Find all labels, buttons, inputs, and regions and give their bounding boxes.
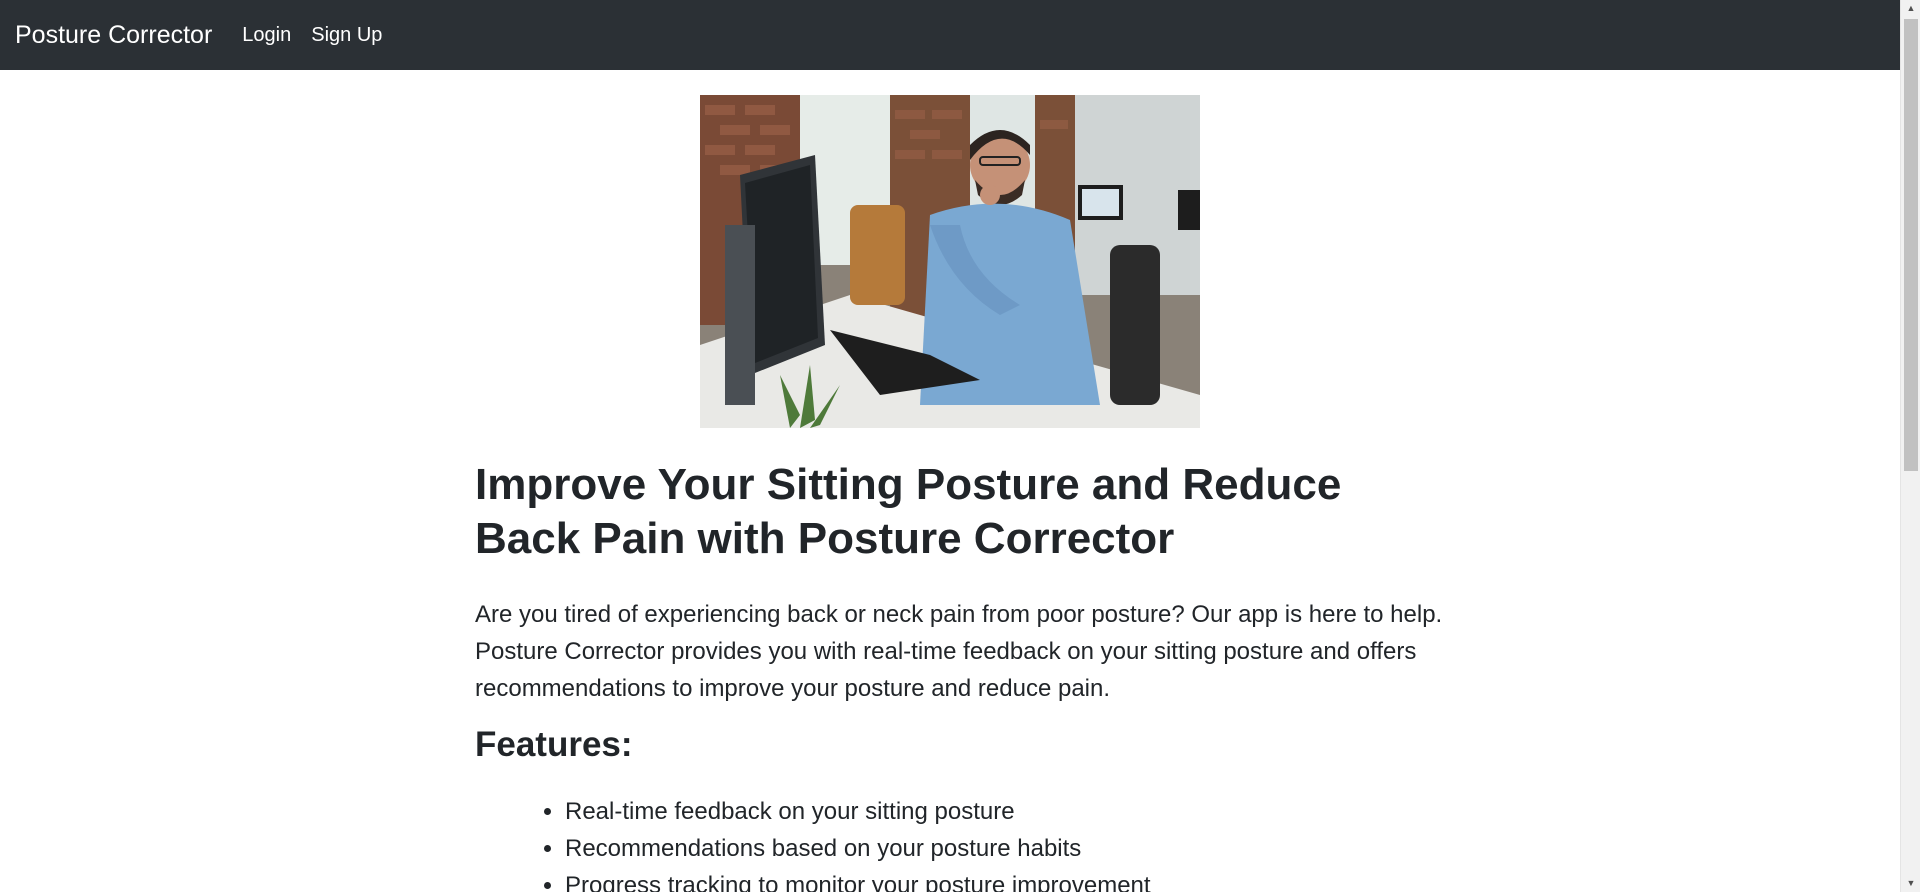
scrollbar-thumb[interactable] (1904, 19, 1918, 471)
feature-item: Recommendations based on your posture ha… (565, 830, 1445, 867)
features-list: Real-time feedback on your sitting postu… (475, 793, 1445, 892)
features-heading: Features: (475, 725, 633, 764)
signup-link[interactable]: Sign Up (311, 24, 382, 47)
intro-paragraph: Are you tired of experiencing back or ne… (475, 601, 1443, 702)
login-link[interactable]: Login (242, 24, 291, 47)
arrow-down-icon[interactable]: ▼ (1901, 875, 1920, 892)
feature-item: Real-time feedback on your sitting postu… (565, 793, 1445, 830)
hero-image (700, 95, 1200, 428)
feature-item: Progress tracking to monitor your postur… (565, 867, 1445, 892)
vertical-scrollbar[interactable]: ▲ ▼ (1900, 0, 1920, 892)
main-content: Improve Your Sitting Posture and Reduce … (475, 450, 1445, 892)
page-headline: Improve Your Sitting Posture and Reduce … (475, 460, 1342, 563)
arrow-up-icon[interactable]: ▲ (1901, 0, 1920, 17)
brand-link[interactable]: Posture Corrector (15, 21, 212, 50)
page: Posture Corrector Login Sign Up Improve … (0, 0, 1920, 892)
top-navbar: Posture Corrector Login Sign Up (0, 0, 1900, 70)
